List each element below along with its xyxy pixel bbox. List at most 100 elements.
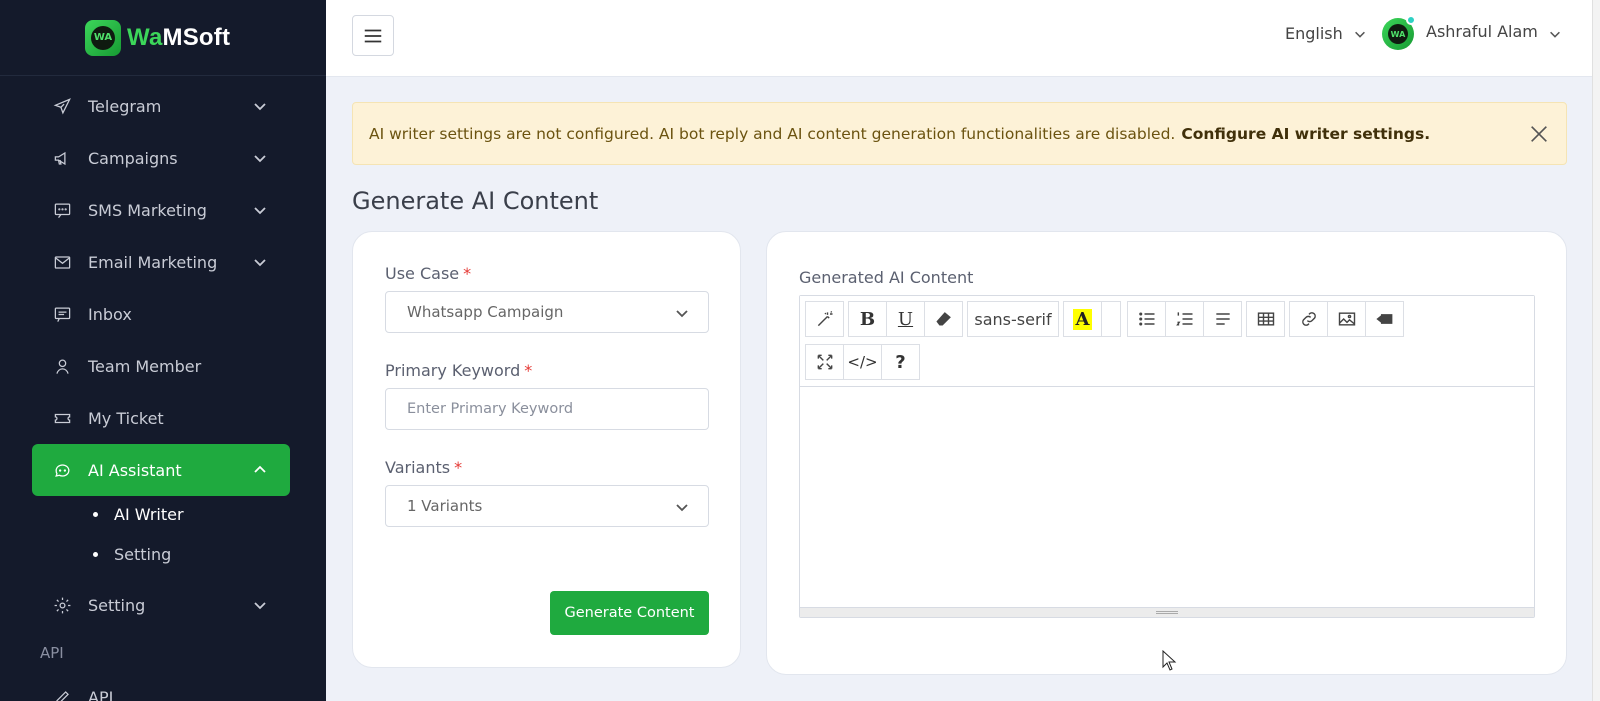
sidebar-item-label: AI Assistant: [88, 460, 182, 480]
brand-name-suffix: MSoft: [162, 23, 231, 51]
sidebar-item-label: Telegram: [88, 96, 162, 116]
help-button[interactable]: ?: [881, 344, 920, 380]
rich-text-editor: B U sans-serif A </> ?: [799, 295, 1535, 618]
bullet-list-icon: [1138, 312, 1154, 326]
sidebar-subitem-setting[interactable]: Setting: [93, 545, 171, 564]
sidebar-item-email-marketing[interactable]: Email Marketing: [32, 236, 290, 288]
paragraph-align-button[interactable]: [1203, 301, 1242, 337]
generate-content-button[interactable]: Generate Content: [550, 591, 709, 635]
bold-icon: B: [859, 308, 876, 330]
magic-wand-button[interactable]: [805, 301, 844, 337]
ordered-list-button[interactable]: [1165, 301, 1204, 337]
bold-button[interactable]: B: [848, 301, 887, 337]
fullscreen-button[interactable]: [805, 344, 844, 380]
configure-ai-settings-link[interactable]: Configure AI writer settings.: [1181, 125, 1430, 143]
brand-name: WaMSoft: [127, 24, 230, 52]
magic-wand-icon: [817, 310, 832, 327]
hamburger-icon: [364, 29, 382, 42]
sidebar-item-api[interactable]: API: [32, 671, 290, 701]
language-label: English: [1285, 24, 1343, 43]
warning-alert: AI writer settings are not configured. A…: [352, 102, 1567, 165]
sidebar-item-setting[interactable]: Setting: [32, 579, 290, 631]
megaphone-icon: [52, 148, 72, 168]
sidebar-item-ai-assistant[interactable]: AI Assistant: [32, 444, 290, 496]
language-selector[interactable]: English: [1285, 24, 1367, 43]
font-family-value: sans-serif: [974, 309, 1052, 329]
chevron-down-icon: [252, 202, 268, 218]
sidebar-subitem-label: Setting: [114, 545, 172, 564]
color-dropdown-button[interactable]: [1101, 301, 1121, 337]
insert-video-button[interactable]: [1365, 301, 1404, 337]
sidebar-item-sms-marketing[interactable]: SMS Marketing: [32, 184, 290, 236]
sidebar-item-label: Campaigns: [88, 148, 178, 168]
sidebar-item-telegram[interactable]: Telegram: [32, 80, 290, 132]
text-color-icon: A: [1072, 308, 1093, 330]
sidebar-item-inbox[interactable]: Inbox: [32, 288, 290, 340]
use-case-value: Whatsapp Campaign: [407, 303, 564, 321]
mail-icon: [52, 252, 72, 272]
sidebar-item-label: SMS Marketing: [88, 200, 207, 220]
clear-format-button[interactable]: [924, 301, 963, 337]
chevron-down-icon: [1354, 31, 1365, 38]
fullscreen-icon: [817, 354, 832, 370]
brand[interactable]: WA WaMSoft: [0, 0, 326, 76]
sidebar-item-label: Inbox: [88, 304, 132, 324]
variants-label-text: Variants: [385, 458, 451, 477]
user-menu[interactable]: WA Ashraful Alam: [1382, 15, 1562, 50]
sidebar-item-team-member[interactable]: Team Member: [32, 340, 290, 392]
primary-keyword-label-text: Primary Keyword: [385, 361, 521, 380]
highlight-color-button[interactable]: A: [1063, 301, 1102, 337]
bullet-icon: [93, 512, 98, 517]
generate-form-card: Use Case * Whatsapp Campaign Primary Keyw…: [352, 231, 741, 668]
page-scrollbar[interactable]: [1592, 0, 1600, 701]
chevron-down-icon: [1549, 31, 1560, 38]
insert-table-button[interactable]: [1246, 301, 1285, 337]
primary-keyword-input[interactable]: Enter Primary Keyword: [385, 388, 709, 430]
align-left-icon: [1215, 313, 1230, 325]
sidebar-item-label: Setting: [88, 595, 146, 615]
use-case-select[interactable]: Whatsapp Campaign: [385, 291, 709, 333]
primary-keyword-label: Primary Keyword *: [385, 361, 532, 380]
insert-image-button[interactable]: [1327, 301, 1366, 337]
sidebar-item-label: API: [88, 687, 114, 701]
top-header: English WA Ashraful Alam: [326, 0, 1592, 77]
inbox-icon: [52, 304, 72, 324]
video-icon: [1375, 314, 1392, 324]
variants-select[interactable]: 1 Variants: [385, 485, 709, 527]
sidebar-toggle-button[interactable]: [352, 15, 394, 56]
sidebar-item-campaigns[interactable]: Campaigns: [32, 132, 290, 184]
variants-label: Variants *: [385, 458, 462, 477]
unordered-list-button[interactable]: [1127, 301, 1166, 337]
chevron-up-icon: [252, 462, 268, 478]
sidebar-subitem-ai-writer[interactable]: AI Writer: [93, 505, 184, 524]
user-icon: [52, 356, 72, 376]
chevron-down-icon: [674, 499, 690, 515]
code-view-button[interactable]: </>: [843, 344, 882, 380]
use-case-label-text: Use Case: [385, 264, 460, 283]
sms-icon: [52, 200, 72, 220]
alert-close-button[interactable]: [1528, 123, 1550, 145]
sidebar-item-my-ticket[interactable]: My Ticket: [32, 392, 290, 444]
required-mark: *: [463, 264, 472, 283]
avatar: WA: [1382, 15, 1416, 50]
generated-content-label: Generated AI Content: [799, 268, 974, 287]
gear-icon: [52, 595, 72, 615]
online-status-dot: [1406, 15, 1416, 25]
sidebar: WA WaMSoft Telegram Campaigns SMS Market…: [0, 0, 326, 701]
editor-content-area[interactable]: [800, 388, 1534, 606]
send-icon: [52, 96, 72, 116]
editor-resize-handle[interactable]: [800, 607, 1534, 617]
use-case-label: Use Case *: [385, 264, 471, 283]
eraser-icon: [935, 312, 951, 326]
pen-icon: [52, 687, 72, 701]
insert-link-button[interactable]: [1289, 301, 1328, 337]
underline-button[interactable]: U: [886, 301, 925, 337]
page-title: Generate AI Content: [352, 187, 599, 215]
brand-logo-icon: WA: [85, 19, 121, 56]
link-icon: [1301, 312, 1316, 326]
required-mark: *: [524, 361, 533, 380]
font-family-button[interactable]: sans-serif: [967, 301, 1059, 337]
chat-bot-icon: [52, 460, 72, 480]
user-name: Ashraful Alam: [1426, 21, 1538, 41]
close-icon: [1531, 126, 1547, 142]
